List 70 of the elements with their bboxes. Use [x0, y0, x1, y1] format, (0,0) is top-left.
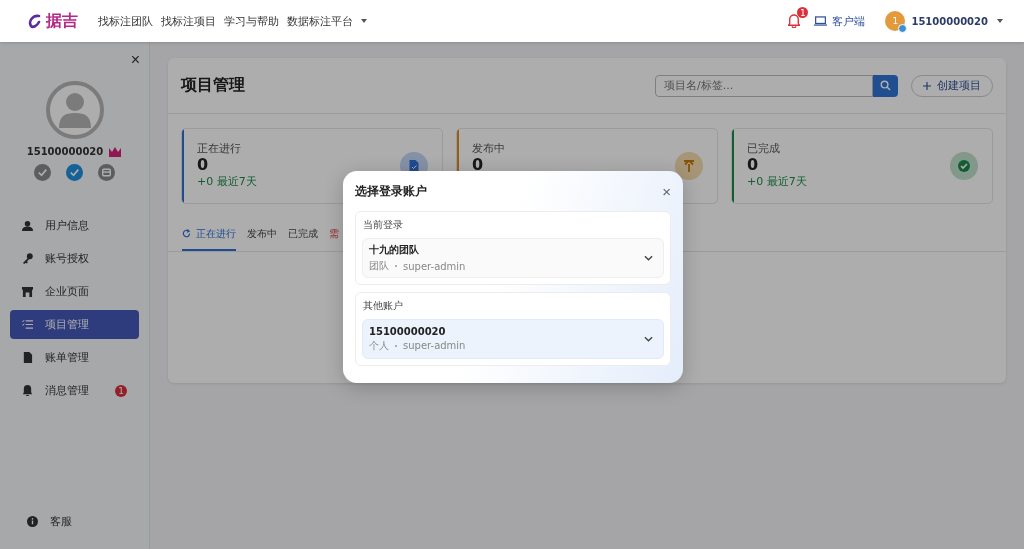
- section-heading: 其他账户: [363, 299, 404, 313]
- page-title: 项目管理: [181, 75, 245, 96]
- account-item[interactable]: 十九的团队 团队 super-admin: [362, 238, 664, 278]
- bell-icon: [788, 14, 801, 28]
- refresh-icon: [182, 229, 191, 238]
- sidebar-item[interactable]: 消息管理 1: [10, 376, 139, 405]
- account-role: super-admin: [403, 260, 466, 272]
- document-icon: [22, 352, 33, 363]
- stat-trend: +0 最近7天: [747, 174, 808, 189]
- caret-icon: [996, 18, 1004, 24]
- account-item[interactable]: 15100000020 个人 super-admin: [362, 319, 664, 359]
- section-heading: 当前登录: [363, 218, 404, 232]
- tab[interactable]: 发布中: [247, 218, 277, 251]
- stat-trend: +0 最近7天: [197, 174, 258, 189]
- nav-link[interactable]: 找标注团队: [98, 13, 153, 29]
- support-link[interactable]: 客服: [27, 514, 72, 529]
- close-button[interactable]: ×: [662, 183, 671, 199]
- sidebar-item[interactable]: 用户信息: [10, 211, 139, 240]
- sidebar-item[interactable]: 企业页面: [10, 277, 139, 306]
- tab[interactable]: 正在进行: [182, 218, 236, 251]
- chevron-down-icon: [644, 336, 653, 342]
- stat-label: 已完成: [747, 141, 781, 156]
- sidebar-item[interactable]: 项目管理: [10, 310, 139, 339]
- account-type: 团队: [369, 259, 389, 273]
- create-project-button[interactable]: 创建项目: [911, 74, 993, 97]
- account-name: 十九的团队: [369, 243, 420, 257]
- close-button[interactable]: ×: [130, 52, 140, 68]
- count-badge: 1: [115, 384, 127, 397]
- upload-icon: [683, 160, 695, 172]
- sidebar-item[interactable]: 账号授权: [10, 244, 139, 273]
- stat-value: 0: [197, 156, 210, 174]
- plus-icon: [923, 81, 931, 90]
- nav-link[interactable]: 数据标注平台: [287, 13, 368, 29]
- sidebar-item[interactable]: 账单管理: [10, 343, 139, 372]
- nav-link[interactable]: 找标注项目: [161, 13, 216, 29]
- stat-label: 正在进行: [197, 141, 242, 156]
- dialog-title: 选择登录账户: [355, 182, 427, 200]
- avatar-icon: [44, 80, 105, 140]
- logo-text: 据吉: [46, 10, 78, 32]
- document-icon: [408, 160, 420, 172]
- caret-icon: [360, 18, 368, 24]
- info-icon: [27, 516, 38, 527]
- tab[interactable]: 需: [329, 218, 339, 251]
- account-type: 个人: [369, 338, 389, 353]
- person-icon: [22, 220, 33, 231]
- nav-link[interactable]: 学习与帮助: [224, 13, 279, 29]
- key-icon: [22, 253, 33, 264]
- notification-badge: 1: [797, 7, 809, 18]
- username: 15100000020: [26, 146, 104, 157]
- account-role: super-admin: [403, 340, 466, 351]
- search-icon: [880, 80, 891, 91]
- bell-icon: [22, 385, 33, 396]
- username-menu[interactable]: 15100000020: [911, 15, 1004, 27]
- account-name: 15100000020: [369, 325, 447, 337]
- stat-label: 发布中: [472, 141, 506, 156]
- store-icon: [22, 286, 33, 297]
- status-dot: [898, 24, 908, 33]
- client-link[interactable]: 客户端: [814, 13, 866, 29]
- crown-icon: [108, 146, 123, 157]
- chevron-down-icon: [644, 255, 653, 261]
- client-label: 客户端: [832, 13, 866, 29]
- laptop-icon: [814, 16, 828, 26]
- stat-value: 0: [472, 156, 485, 174]
- stat-value: 0: [747, 156, 760, 174]
- search-field[interactable]: 项目名/标签...: [655, 74, 873, 97]
- search-button[interactable]: [873, 74, 898, 97]
- checklist-icon: [22, 319, 33, 330]
- tab[interactable]: 已完成: [288, 218, 318, 251]
- check-circle-icon: [958, 160, 970, 172]
- logo-icon: [27, 13, 43, 29]
